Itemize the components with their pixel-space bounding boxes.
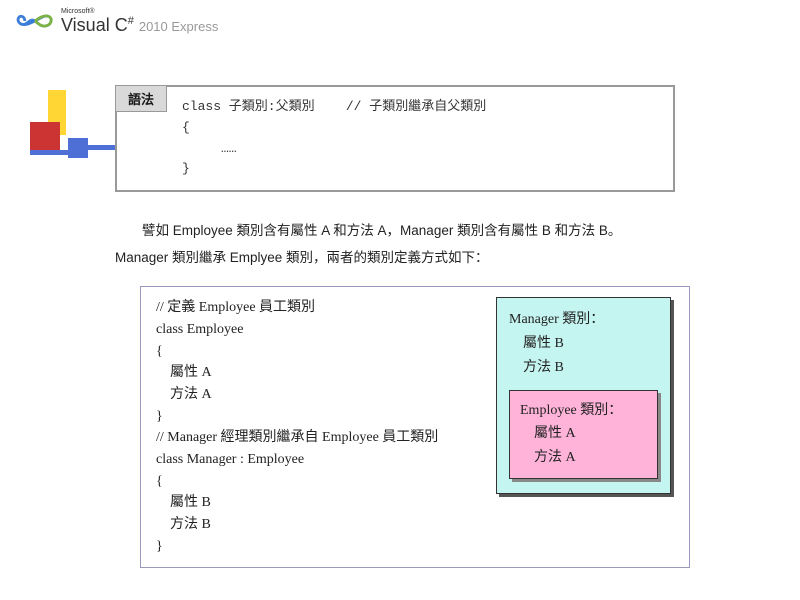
employee-class-box: Employee 類別： 屬性 A 方法 A [509, 390, 658, 479]
infinity-icon [15, 10, 55, 32]
header: Microsoft® Visual C# 2010 Express [0, 0, 800, 50]
explanation-line: Manager 類別繼承 Emplyee 類別，兩者的類別定義方式如下： [115, 244, 695, 271]
syntax-label: 語法 [116, 86, 167, 112]
microsoft-label: Microsoft® [61, 8, 218, 15]
syntax-box: 語法 class 子類別:父類別 // 子類別繼承自父類別 { …… } [115, 85, 675, 192]
product-name: Visual C# 2010 Express [61, 16, 218, 34]
explanation-text: 譬如 Employee 類別含有屬性 A 和方法 A，Manager 類別含有屬… [115, 217, 695, 271]
deco-block [68, 138, 88, 158]
code-text: // 定義 Employee 員工類別 class Employee { 屬性 … [156, 300, 438, 554]
class-diagram: Manager 類別： 屬性 B 方法 B Employee 類別： 屬性 A 方… [496, 297, 671, 494]
syntax-code: class 子類別:父類別 // 子類別繼承自父類別 { …… } [117, 87, 673, 190]
explanation-line: 譬如 Employee 類別含有屬性 A 和方法 A，Manager 類別含有屬… [115, 217, 695, 244]
product-title-block: Microsoft® Visual C# 2010 Express [61, 8, 218, 34]
deco-block [30, 150, 68, 155]
manager-text: Manager 類別： 屬性 B 方法 B [509, 312, 604, 375]
manager-class-box: Manager 類別： 屬性 B 方法 B Employee 類別： 屬性 A 方… [496, 297, 671, 494]
code-example-box: // 定義 Employee 員工類別 class Employee { 屬性 … [140, 286, 690, 568]
product-logo: Microsoft® Visual C# 2010 Express [15, 8, 800, 34]
